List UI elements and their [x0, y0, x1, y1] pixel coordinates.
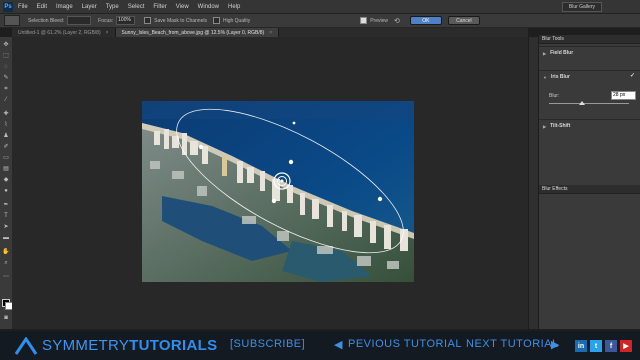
collapse-arrow-icon[interactable]: ▼: [543, 75, 547, 80]
iris-handle-bottom: [271, 198, 277, 204]
field-blur-section[interactable]: ▶ Field Blur: [539, 46, 640, 59]
field-blur-label: Field Blur: [550, 50, 574, 56]
pen-tool-icon[interactable]: ✒: [2, 201, 10, 209]
brush-tool-icon[interactable]: ⌇: [2, 121, 10, 129]
photoshop-logo-icon: Ps: [3, 1, 13, 12]
preview-checkbox[interactable]: [360, 17, 368, 24]
selection-bleed-label: Selection Bleed:: [28, 17, 65, 24]
cancel-button[interactable]: Cancel: [447, 16, 480, 25]
focus-input[interactable]: 100%: [116, 16, 136, 25]
crop-tool-icon[interactable]: ⌗: [2, 85, 10, 93]
iris-outer-handle: [292, 121, 296, 125]
menu-view[interactable]: View: [176, 4, 189, 10]
save-mask-checkbox[interactable]: [144, 17, 152, 24]
iris-blur-checkbox-icon[interactable]: ✓: [630, 73, 636, 79]
menu-filter[interactable]: Filter: [153, 4, 166, 10]
tilt-shift-label: Tilt-Shift: [550, 123, 571, 129]
shape-tool-icon[interactable]: ▬: [2, 234, 10, 242]
tab-untitled[interactable]: Untitled-1 @ 61.2% (Layer 2, RGB/8) ×: [12, 28, 116, 37]
aerial-beach-photo: [142, 101, 414, 282]
more-tools-icon[interactable]: ⋯: [2, 273, 10, 281]
iris-handle-top: [288, 159, 294, 165]
healing-tool-icon[interactable]: ✚: [2, 110, 10, 118]
brand-name-part2: TUTORIALS: [129, 337, 218, 354]
reset-icon[interactable]: ⟲: [394, 17, 400, 25]
social-links: in t f ▶: [572, 340, 632, 352]
lasso-tool-icon[interactable]: ◌: [2, 63, 10, 71]
subscribe-link[interactable]: [SUBSCRIBE]: [230, 338, 305, 350]
path-select-tool-icon[interactable]: ➤: [2, 223, 10, 231]
youtube-icon[interactable]: ▶: [620, 340, 632, 352]
menu-edit[interactable]: Edit: [37, 4, 47, 10]
close-icon[interactable]: ×: [269, 30, 272, 36]
move-tool-icon[interactable]: ✥: [2, 41, 10, 49]
brand-name-part1: SYMMETRY: [42, 337, 130, 354]
tab-sunny-isles[interactable]: Sunny_Isles_Beach_from_above.jpg @ 12.5%…: [115, 28, 280, 37]
symmetry-logo-icon: [14, 336, 38, 355]
workspace-switcher[interactable]: Blur Gallery: [561, 1, 602, 12]
blur-tools-header: Blur Tools: [539, 35, 640, 44]
ok-button[interactable]: OK: [409, 16, 442, 25]
iris-handle-left: [198, 144, 204, 150]
expand-arrow-icon[interactable]: ▶: [543, 124, 546, 129]
tab-label: Sunny_Isles_Beach_from_above.jpg @ 12.5%…: [121, 29, 265, 36]
eraser-tool-icon[interactable]: ▭: [2, 154, 10, 162]
menu-type[interactable]: Type: [106, 4, 119, 10]
gradient-tool-icon[interactable]: ▤: [2, 165, 10, 173]
menu-window[interactable]: Window: [198, 4, 219, 10]
tilt-shift-section[interactable]: ▶ Tilt-Shift: [539, 119, 640, 132]
iris-blur-label: Iris Blur: [550, 74, 570, 80]
menu-file[interactable]: File: [18, 4, 28, 10]
blur-tools-panel: Blur Tools ▶ Field Blur ▼ Iris Blur ✓ Bl…: [538, 35, 640, 329]
quick-mask-icon[interactable]: ◙: [2, 314, 10, 322]
save-mask-label: Save Mask to Channels: [154, 17, 207, 24]
marquee-tool-icon[interactable]: ⬚: [2, 52, 10, 60]
clone-stamp-tool-icon[interactable]: ♟: [2, 132, 10, 140]
facebook-icon[interactable]: f: [605, 340, 617, 352]
tab-label: Untitled-1 @ 61.2% (Layer 2, RGB/8): [18, 29, 101, 36]
close-icon[interactable]: ×: [106, 30, 109, 36]
blur-pin-center: [280, 179, 284, 183]
blur-effects-header: Blur Effects: [539, 185, 640, 194]
quick-select-tool-icon[interactable]: ✎: [2, 74, 10, 82]
brand-bar: SYMMETRYTUTORIALS [SUBSCRIBE] ◀ PEVIOUS …: [0, 331, 640, 360]
document-tabs: Untitled-1 @ 61.2% (Layer 2, RGB/8) × Sun…: [12, 28, 528, 37]
menu-image[interactable]: Image: [56, 4, 73, 10]
twitter-icon[interactable]: t: [590, 340, 602, 352]
menu-select[interactable]: Select: [128, 4, 145, 10]
tool-preset-icon[interactable]: [4, 15, 20, 26]
linkedin-icon[interactable]: in: [575, 340, 587, 352]
zoom-tool-icon[interactable]: ⌕: [2, 259, 10, 267]
hand-tool-icon[interactable]: ✋: [2, 248, 10, 256]
next-tutorial-link[interactable]: NEXT TUTORIAL: [466, 338, 559, 350]
blur-amount-label: Blur:: [549, 93, 560, 99]
previous-arrow-icon[interactable]: ◀: [334, 338, 343, 351]
menu-bar: Ps File Edit Image Layer Type Select Fil…: [0, 0, 640, 14]
history-brush-tool-icon[interactable]: ✐: [2, 143, 10, 151]
high-quality-checkbox[interactable]: [212, 17, 220, 24]
type-tool-icon[interactable]: T: [2, 212, 10, 220]
slider-knob[interactable]: [579, 101, 585, 105]
preview-label: Preview: [370, 17, 388, 24]
previous-tutorial-link[interactable]: PEVIOUS TUTORIAL: [348, 338, 462, 350]
blur-amount-row: Blur: 28 px: [549, 91, 636, 100]
menu-help[interactable]: Help: [228, 4, 240, 10]
high-quality-label: High Quality: [222, 17, 251, 24]
focus-label: Focus:: [98, 17, 114, 24]
document-image[interactable]: [142, 101, 414, 282]
panel-dock-strip: [528, 37, 538, 329]
blur-tool-icon[interactable]: ◆: [2, 176, 10, 184]
blur-amount-input[interactable]: 28 px: [611, 91, 636, 100]
dodge-tool-icon[interactable]: ●: [2, 187, 10, 195]
selection-bleed-input[interactable]: [67, 16, 92, 25]
menu-layer[interactable]: Layer: [82, 4, 97, 10]
eyedropper-tool-icon[interactable]: ⁄: [2, 96, 10, 104]
next-arrow-icon[interactable]: ▶: [551, 338, 560, 351]
iris-handle-right: [377, 196, 383, 202]
brand-name: SYMMETRYTUTORIALS: [42, 337, 217, 354]
iris-blur-section[interactable]: ▼ Iris Blur ✓: [539, 70, 640, 83]
options-bar: Selection Bleed: Focus: 100% Save Mask t…: [0, 14, 640, 28]
expand-arrow-icon[interactable]: ▶: [543, 51, 546, 56]
blur-amount-slider[interactable]: [549, 101, 629, 105]
